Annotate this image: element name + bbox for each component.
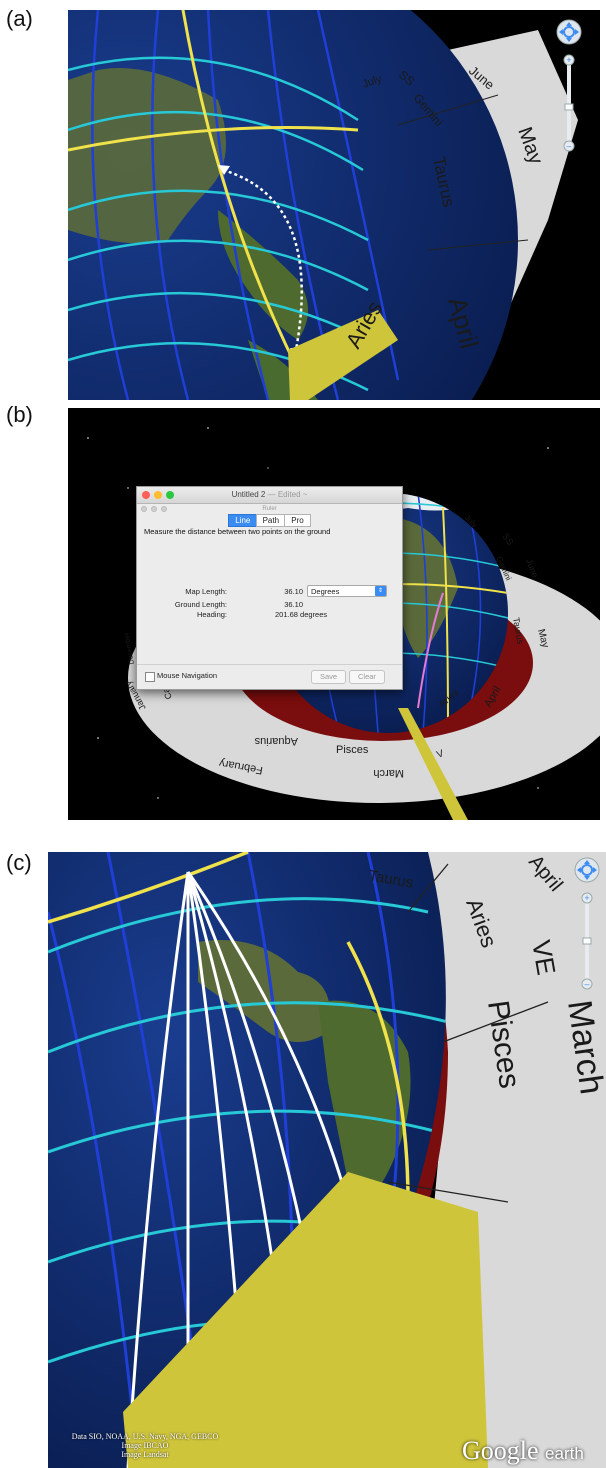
- tab-path[interactable]: Path: [255, 514, 287, 527]
- sign-ve: VE: [526, 938, 562, 977]
- panel-label-c: (c): [6, 850, 32, 875]
- window-edited: — Edited ~: [267, 490, 308, 499]
- svg-text:+: +: [584, 893, 589, 903]
- panel-close-icon[interactable]: [141, 506, 147, 512]
- zoom-icon[interactable]: [166, 491, 174, 499]
- save-button[interactable]: Save: [311, 670, 347, 684]
- window-titlebar[interactable]: Untitled 2 — Edited ~: [137, 487, 402, 504]
- map-length-label: Map Length:: [185, 587, 227, 596]
- clear-button[interactable]: Clear: [349, 670, 385, 684]
- panel-label-b: (b): [6, 402, 33, 427]
- ground-length-label: Ground Length:: [174, 600, 227, 609]
- attribution-line-2: Image IBCAO: [121, 1441, 169, 1450]
- close-icon[interactable]: [142, 491, 150, 499]
- google-earth-logo: Google earth: [462, 1436, 584, 1466]
- map-length-value: 36.10: [284, 587, 303, 596]
- minimize-icon[interactable]: [154, 491, 162, 499]
- svg-text:–: –: [584, 979, 589, 989]
- sign-pisces: Pisces: [336, 744, 369, 756]
- sign-march: March: [373, 767, 404, 779]
- ruler-tabs: Line Path Pro: [137, 514, 402, 527]
- svg-text:–: –: [566, 141, 571, 151]
- globe-view-c[interactable]: Taurus April Aries VE Pisces March + –: [48, 852, 606, 1468]
- svg-text:+: +: [566, 55, 571, 65]
- mouse-navigation-checkbox[interactable]: [145, 672, 155, 682]
- panel-title: Ruler: [262, 506, 277, 512]
- chevron-updown-icon: ⇕: [375, 586, 386, 596]
- tab-line[interactable]: Line: [228, 514, 258, 527]
- attribution-line-3: Image Landsat: [121, 1450, 169, 1459]
- nav-control[interactable]: + –: [572, 856, 602, 996]
- sign-aquarius: Aquarius: [254, 735, 298, 747]
- tab-pro[interactable]: Pro: [284, 514, 311, 527]
- ruler-footer: Mouse Navigation Save Clear: [137, 664, 402, 689]
- sign-ss: SS: [500, 531, 515, 547]
- data-attribution: Data SIO, NOAA, U.S. Navy, NGA, GEBCO Im…: [50, 1432, 240, 1459]
- unit-select[interactable]: Degrees ⇕: [307, 585, 387, 597]
- logo-suffix: earth: [545, 1444, 584, 1463]
- panel-zoom-icon[interactable]: [161, 506, 167, 512]
- mouse-navigation-label: Mouse Navigation: [157, 671, 218, 680]
- ruler-window[interactable]: Untitled 2 — Edited ~ Ruler Line Path Pr…: [136, 486, 403, 690]
- sign-december: December: [123, 631, 136, 665]
- sign-june: June: [524, 557, 540, 579]
- ground-length-value: 36.10: [284, 600, 303, 609]
- ruler-description: Measure the distance between two points …: [144, 527, 331, 536]
- nav-control[interactable]: + –: [554, 18, 584, 158]
- heading-value: 201.68 degrees: [275, 610, 328, 619]
- attribution-line-1: Data SIO, NOAA, U.S. Navy, NGA, GEBCO: [71, 1432, 219, 1441]
- window-title: Untitled 2: [231, 490, 266, 499]
- panel-label-a: (a): [6, 6, 33, 31]
- unit-value: Degrees: [311, 587, 340, 596]
- globe-view-a[interactable]: July SS June Gemini May Taurus April Ari…: [68, 10, 600, 400]
- panel-titlebar: Ruler: [137, 504, 402, 514]
- panel-min-icon[interactable]: [151, 506, 157, 512]
- heading-label: Heading:: [196, 610, 227, 619]
- logo-word: Google: [462, 1436, 539, 1465]
